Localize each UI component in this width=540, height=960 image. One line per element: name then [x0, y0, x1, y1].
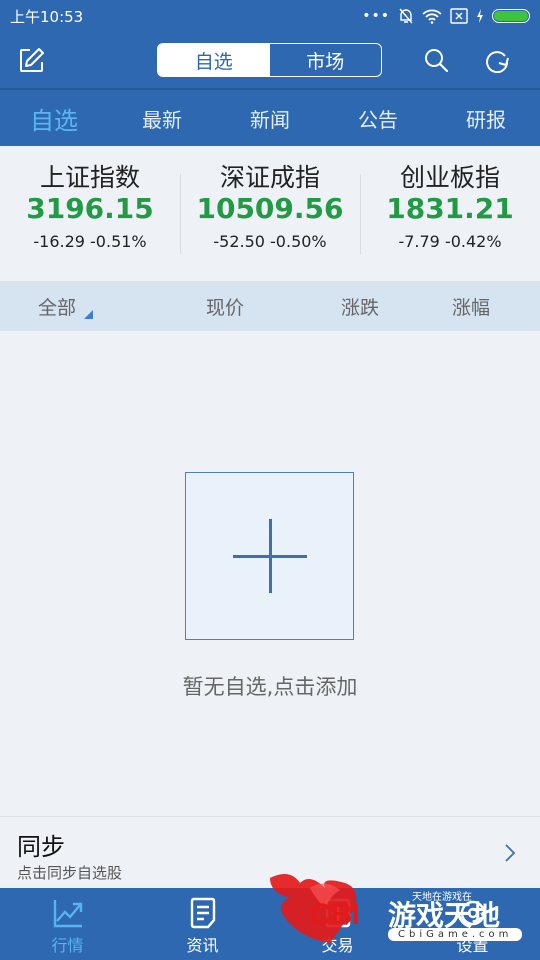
list-column-header: 全部 现价 涨跌 涨幅	[0, 281, 540, 331]
content-tabs: 自选 最新 新闻 公告 研报	[0, 90, 540, 146]
status-bar: 上午10:53 •••	[0, 0, 540, 32]
bottom-tab-settings[interactable]: 设置	[405, 888, 540, 960]
settings-icon	[460, 900, 485, 926]
segment-watchlist[interactable]: 自选	[158, 44, 270, 76]
bottom-tab-label: 交易	[321, 936, 354, 955]
more-dots-icon: •••	[362, 8, 390, 24]
index-name: 上证指数	[39, 163, 140, 192]
charging-icon	[477, 9, 483, 23]
index-card-shanghai[interactable]: 上证指数 3196.15 -16.29 -0.51%	[0, 146, 180, 281]
chevron-right-icon	[505, 844, 516, 862]
battery-icon	[492, 9, 530, 23]
dropdown-corner-icon	[84, 310, 93, 319]
sync-subtitle: 点击同步自选股	[17, 864, 123, 882]
column-price[interactable]: 现价	[206, 293, 244, 320]
document-icon	[190, 897, 215, 929]
bottom-tab-label: 资讯	[186, 936, 219, 955]
tab-announcements[interactable]: 公告	[324, 90, 432, 146]
sim-none-icon	[450, 8, 468, 24]
index-change: -7.79 -0.42%	[398, 232, 502, 251]
edit-icon[interactable]	[18, 46, 46, 74]
add-stock-button[interactable]	[185, 472, 354, 640]
sync-row[interactable]: 同步 点击同步自选股	[0, 816, 540, 888]
bottom-tab-label: 设置	[456, 936, 489, 955]
column-change-pct[interactable]: 涨幅	[452, 293, 490, 320]
view-segmented-control: 自选 市场	[157, 43, 382, 77]
market-indices: 上证指数 3196.15 -16.29 -0.51% 深证成指 10509.56…	[0, 146, 540, 281]
index-card-shenzhen[interactable]: 深证成指 10509.56 -52.50 -0.50%	[180, 146, 360, 281]
segment-market[interactable]: 市场	[270, 44, 382, 76]
index-name: 创业板指	[399, 163, 500, 192]
chart-trend-icon	[53, 900, 82, 928]
tab-latest[interactable]: 最新	[108, 90, 216, 146]
index-change: -52.50 -0.50%	[213, 232, 327, 251]
bottom-tab-info[interactable]: 资讯	[135, 888, 270, 960]
index-name: 深证成指	[219, 163, 320, 192]
refresh-icon[interactable]	[484, 47, 510, 73]
column-change[interactable]: 涨跌	[341, 293, 379, 320]
tab-research[interactable]: 研报	[432, 90, 540, 146]
index-change: -16.29 -0.51%	[33, 232, 147, 251]
empty-watchlist: 暂无自选,点击添加	[0, 331, 540, 817]
bottom-nav: 行情 资讯 交易 设置	[0, 888, 540, 960]
search-icon[interactable]	[423, 47, 449, 73]
tab-news[interactable]: 新闻	[216, 90, 324, 146]
wifi-icon	[422, 9, 442, 24]
index-price: 3196.15	[26, 192, 154, 225]
bell-muted-icon	[399, 8, 413, 24]
top-bar: 自选 市场	[0, 32, 540, 88]
column-all-filter[interactable]: 全部	[38, 293, 76, 320]
index-price: 10509.56	[196, 192, 344, 225]
bottom-tab-quotes[interactable]: 行情	[0, 888, 135, 960]
index-card-chinext[interactable]: 创业板指 1831.21 -7.79 -0.42%	[360, 146, 540, 281]
tab-watchlist[interactable]: 自选	[0, 90, 108, 146]
trade-icon	[325, 898, 350, 928]
sync-title: 同步	[17, 833, 65, 861]
empty-message[interactable]: 暂无自选,点击添加	[0, 671, 540, 701]
index-price: 1831.21	[386, 192, 514, 225]
bottom-tab-label: 行情	[51, 936, 84, 955]
bottom-tab-trade[interactable]: 交易	[270, 888, 405, 960]
status-time: 上午10:53	[10, 7, 84, 26]
